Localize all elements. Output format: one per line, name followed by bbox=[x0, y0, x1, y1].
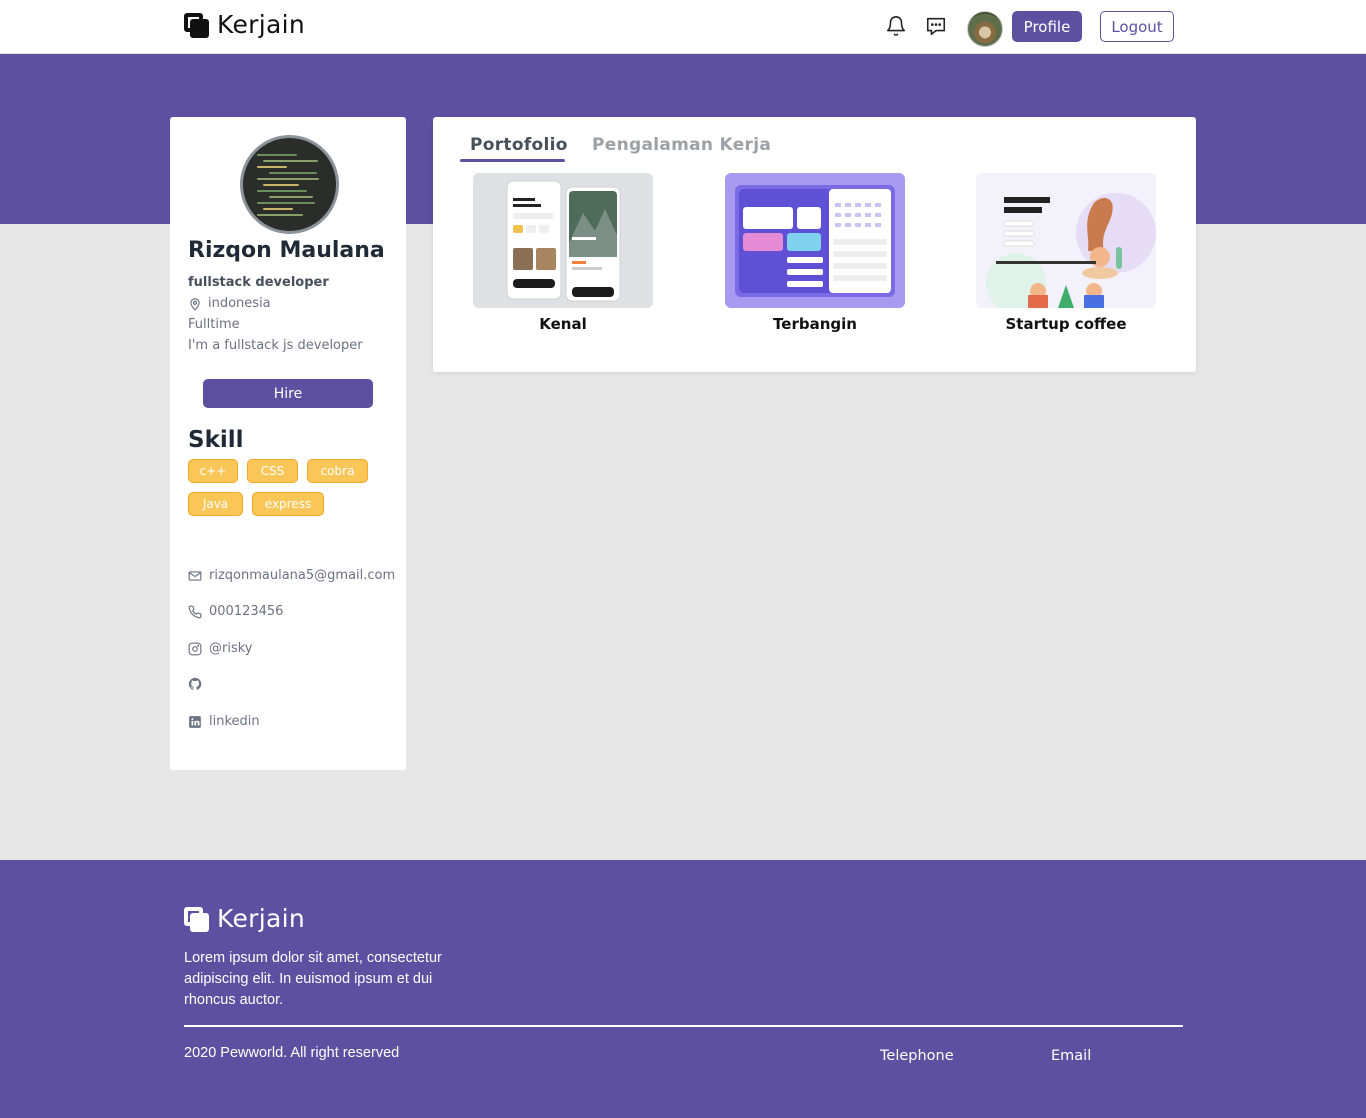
skill-badge: Java bbox=[188, 492, 243, 516]
portfolio-item-title: Kenal bbox=[539, 315, 587, 333]
active-tab-indicator bbox=[460, 159, 565, 162]
footer-link-telephone[interactable]: Telephone bbox=[880, 1048, 954, 1064]
job-type: Fulltime bbox=[188, 317, 240, 332]
tab-portofolio[interactable]: Portofolio bbox=[470, 135, 568, 155]
portfolio-card: Portofolio Pengalaman Kerja Kenal Terban… bbox=[433, 117, 1196, 372]
skill-badge: cobra bbox=[307, 459, 368, 483]
hire-button[interactable]: Hire bbox=[203, 379, 373, 408]
profile-button[interactable]: Profile bbox=[1012, 11, 1082, 42]
phone-text: 000123456 bbox=[209, 604, 284, 619]
footer: Kerjain Lorem ipsum dolor sit amet, cons… bbox=[0, 860, 1366, 1118]
kerjain-logo-icon bbox=[184, 12, 209, 38]
phone-icon bbox=[188, 605, 202, 618]
portfolio-item-title: Terbangin bbox=[773, 315, 857, 333]
portfolio-thumbnail bbox=[725, 173, 905, 308]
portfolio-item[interactable]: Kenal bbox=[473, 173, 653, 333]
profile-card: Rizqon Maulana fullstack developer indon… bbox=[170, 117, 406, 770]
profile-photo bbox=[240, 135, 339, 234]
footer-description: Lorem ipsum dolor sit amet, consectetur … bbox=[184, 950, 442, 1008]
profile-role: fullstack developer bbox=[188, 275, 329, 290]
profile-bio: I'm a fullstack js developer bbox=[188, 338, 363, 353]
portfolio-item[interactable]: Startup coffee bbox=[976, 173, 1156, 333]
linkedin-text: linkedin bbox=[209, 714, 260, 729]
kerjain-logo-icon bbox=[184, 906, 209, 932]
user-avatar[interactable] bbox=[967, 11, 1003, 47]
footer-copyright: 2020 Pewworld. All right reserved bbox=[184, 1045, 400, 1061]
skill-badge: CSS bbox=[247, 459, 298, 483]
footer-brand-logo[interactable]: Kerjain bbox=[184, 904, 305, 934]
skill-badge: express bbox=[252, 492, 324, 516]
github-icon bbox=[188, 677, 202, 690]
footer-brand-name: Kerjain bbox=[217, 904, 305, 933]
brand-logo[interactable]: Kerjain bbox=[184, 10, 305, 40]
portfolio-item-title: Startup coffee bbox=[1005, 315, 1127, 333]
brand-name: Kerjain bbox=[217, 10, 305, 39]
footer-link-email[interactable]: Email bbox=[1051, 1048, 1091, 1064]
tab-pengalaman-kerja[interactable]: Pengalaman Kerja bbox=[592, 135, 771, 155]
contact-email[interactable]: rizqonmaulana5@gmail.com bbox=[188, 568, 395, 583]
email-text: rizqonmaulana5@gmail.com bbox=[209, 568, 396, 583]
contact-instagram[interactable]: @risky bbox=[188, 641, 253, 656]
location-text: indonesia bbox=[208, 296, 271, 311]
logout-button[interactable]: Logout bbox=[1100, 11, 1174, 42]
profile-location: indonesia bbox=[188, 296, 271, 311]
portfolio-item[interactable]: Terbangin bbox=[725, 173, 905, 333]
footer-divider bbox=[184, 1025, 1183, 1027]
portfolio-thumbnail bbox=[976, 173, 1156, 308]
contact-phone[interactable]: 000123456 bbox=[188, 604, 283, 619]
bell-icon[interactable] bbox=[885, 15, 907, 37]
portfolio-thumbnail bbox=[473, 173, 653, 308]
mail-icon bbox=[188, 570, 202, 581]
map-pin-icon bbox=[190, 297, 200, 311]
message-icon[interactable] bbox=[925, 15, 947, 37]
skill-badge: c++ bbox=[188, 459, 238, 483]
skill-heading: Skill bbox=[188, 427, 244, 453]
contact-linkedin[interactable]: linkedin bbox=[188, 714, 260, 729]
instagram-icon bbox=[188, 642, 202, 655]
linkedin-icon bbox=[189, 715, 201, 728]
instagram-text: @risky bbox=[209, 641, 253, 656]
contact-github[interactable] bbox=[188, 677, 209, 691]
profile-name: Rizqon Maulana bbox=[188, 238, 385, 263]
top-navbar: Kerjain Profile Logout bbox=[0, 0, 1366, 54]
